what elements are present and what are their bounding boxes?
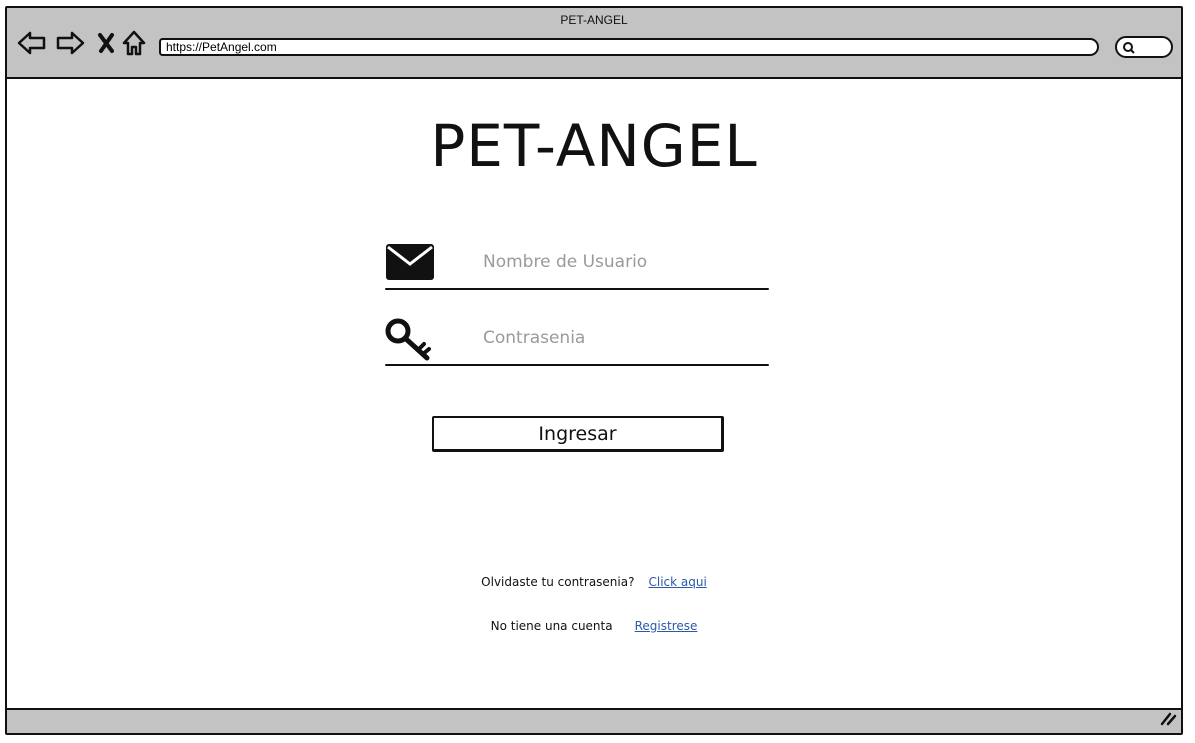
status-bar [7,708,1181,733]
forward-arrow-icon[interactable] [55,28,85,58]
login-button[interactable]: Ingresar [432,416,724,452]
password-input[interactable] [481,324,755,352]
password-field [385,310,769,366]
close-icon[interactable] [91,28,121,58]
register-row: No tiene una cuenta Registrese [7,619,1181,633]
forgot-password-row: Olvidaste tu contrasenia? Click aqui [7,575,1181,589]
register-text: No tiene una cuenta [490,619,613,633]
password-underline [385,364,769,366]
page-title: PET-ANGEL [430,112,758,180]
forgot-password-link[interactable]: Click aqui [648,575,706,589]
resize-grip-icon[interactable] [1159,710,1177,731]
browser-toolbar: PET-ANGEL https://PetAngel.com [7,8,1181,79]
window-title: PET-ANGEL [560,13,628,27]
browser-window: PET-ANGEL https://PetAngel.com PET-ANGEL… [5,6,1183,735]
username-input[interactable] [481,248,755,276]
address-bar[interactable]: https://PetAngel.com [159,38,1099,56]
back-arrow-icon[interactable] [17,28,47,58]
search-button[interactable] [1115,36,1173,58]
envelope-icon [385,242,435,287]
key-icon [385,318,435,369]
register-link[interactable]: Registrese [635,619,698,633]
username-underline [385,288,769,290]
username-field [385,234,769,290]
home-icon[interactable] [119,28,149,58]
search-icon [1123,42,1135,54]
forgot-password-text: Olvidaste tu contrasenia? [481,575,635,589]
